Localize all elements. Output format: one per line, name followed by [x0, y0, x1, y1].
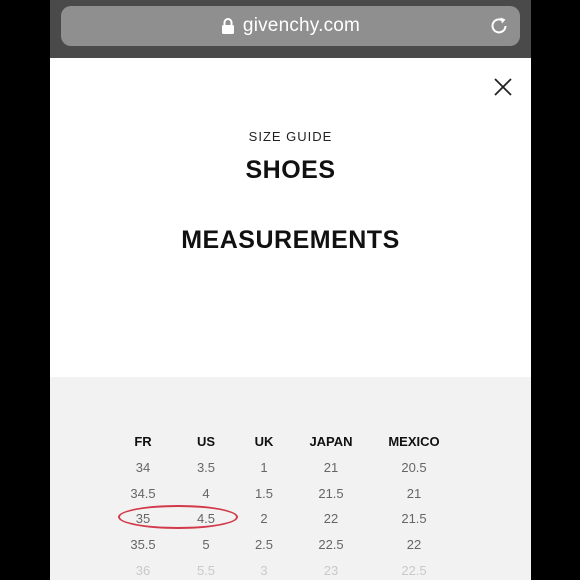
- highlight-circle: [118, 505, 238, 529]
- column-header: JAPAN: [309, 434, 353, 449]
- table-cell: 21.5: [401, 511, 427, 526]
- reload-icon[interactable]: [488, 15, 510, 37]
- browser-bar: givenchy.com: [50, 0, 531, 58]
- table-cell: 23: [323, 563, 339, 578]
- table-cell: 21: [406, 486, 422, 501]
- address-bar[interactable]: givenchy.com: [61, 6, 520, 46]
- table-cell: 21.5: [318, 486, 344, 501]
- shoes-title: SHOES: [245, 156, 336, 184]
- close-icon[interactable]: [492, 76, 514, 98]
- url-text: givenchy.com: [242, 15, 361, 36]
- lock-icon: [221, 18, 234, 34]
- measurements-title: MEASUREMENTS: [181, 226, 400, 254]
- table-cell: 20.5: [401, 460, 427, 475]
- table-cell: 22.5: [318, 537, 344, 552]
- column-header: MEXICO: [388, 434, 440, 449]
- table-cell: 22.5: [401, 563, 427, 578]
- phone-screen: givenchy.com SIZE GUIDE SHOES MEASUREMEN…: [50, 0, 531, 580]
- table-cell: 21: [323, 460, 339, 475]
- size-table: FR 34 34.5 35 35.5 36 US 3.5 4 4.5 5 5.5…: [50, 377, 531, 580]
- table-cell: 22: [406, 537, 422, 552]
- table-cell: 22: [323, 511, 339, 526]
- size-guide-overline: SIZE GUIDE: [248, 129, 333, 144]
